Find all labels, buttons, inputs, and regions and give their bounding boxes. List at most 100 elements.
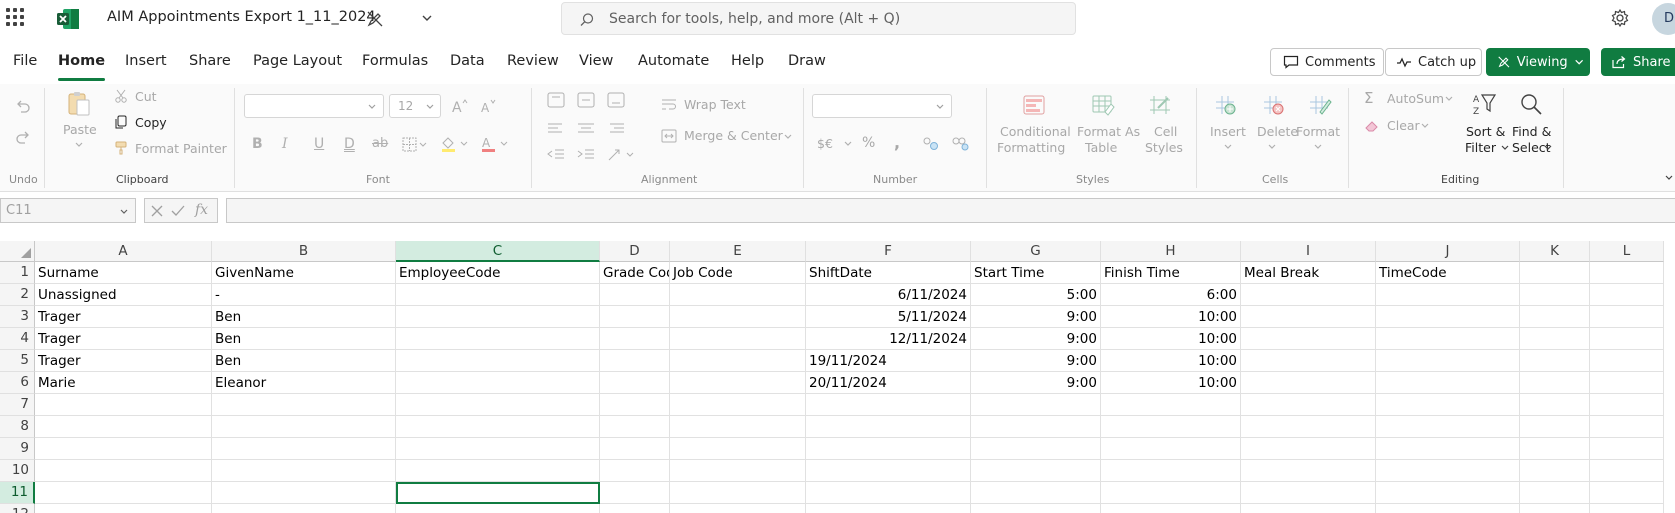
cell-d9[interactable] (600, 438, 670, 460)
document-title[interactable]: AIM Appointments Export 1_11_2024 (107, 9, 376, 25)
align-bottom-icon[interactable] (607, 92, 625, 108)
cell-l8[interactable] (1590, 416, 1664, 438)
chevron-down-icon[interactable] (1420, 122, 1430, 130)
cell-h5[interactable]: 10:00 (1101, 350, 1241, 372)
cell-i6[interactable] (1241, 372, 1376, 394)
cell-l3[interactable] (1590, 306, 1664, 328)
cell-c8[interactable] (396, 416, 600, 438)
chevron-down-icon[interactable] (843, 140, 853, 148)
cell-f4[interactable]: 12/11/2024 (806, 328, 971, 350)
column-header-j[interactable]: J (1376, 241, 1520, 262)
cell-c12[interactable] (396, 504, 600, 513)
cell-f1[interactable]: ShiftDate (806, 262, 971, 284)
cell-a6[interactable]: Marie (35, 372, 212, 394)
cell-f9[interactable] (806, 438, 971, 460)
cell-b1[interactable]: GivenName (212, 262, 396, 284)
viewing-mode-button[interactable]: Viewing (1486, 48, 1590, 76)
cell-c11[interactable] (396, 482, 600, 504)
cell-h2[interactable]: 6:00 (1101, 284, 1241, 306)
cell-h1[interactable]: Finish Time (1101, 262, 1241, 284)
cell-i12[interactable] (1241, 504, 1376, 513)
share-button[interactable]: Share (1601, 48, 1675, 76)
cell-d10[interactable] (600, 460, 670, 482)
cell-l4[interactable] (1590, 328, 1664, 350)
cell-i7[interactable] (1241, 394, 1376, 416)
column-header-d[interactable]: D (600, 241, 670, 262)
cell-i10[interactable] (1241, 460, 1376, 482)
cell-a12[interactable] (35, 504, 212, 513)
cell-k8[interactable] (1520, 416, 1590, 438)
column-header-c[interactable]: C (396, 241, 600, 262)
cell-i1[interactable]: Meal Break (1241, 262, 1376, 284)
column-header-b[interactable]: B (212, 241, 396, 262)
tab-page-layout[interactable]: Page Layout (253, 53, 342, 69)
cell-i8[interactable] (1241, 416, 1376, 438)
cell-j2[interactable] (1376, 284, 1520, 306)
underline-icon[interactable]: U (314, 136, 324, 152)
cell-l5[interactable] (1590, 350, 1664, 372)
cell-d5[interactable] (600, 350, 670, 372)
cell-j1[interactable]: TimeCode (1376, 262, 1520, 284)
cell-g5[interactable]: 9:00 (971, 350, 1101, 372)
row-header-10[interactable]: 10 (0, 460, 35, 482)
clear-button[interactable]: Clear (1387, 118, 1420, 133)
row-header-11[interactable]: 11 (0, 482, 35, 504)
cell-d3[interactable] (600, 306, 670, 328)
cell-k10[interactable] (1520, 460, 1590, 482)
cell-l11[interactable] (1590, 482, 1664, 504)
cell-i5[interactable] (1241, 350, 1376, 372)
cancel-icon[interactable] (151, 205, 163, 217)
currency-format-button[interactable]: $€ (817, 136, 833, 151)
increase-decimal-icon[interactable] (922, 135, 940, 151)
cell-l7[interactable] (1590, 394, 1664, 416)
row-header-8[interactable]: 8 (0, 416, 35, 438)
cell-h10[interactable] (1101, 460, 1241, 482)
cell-k5[interactable] (1520, 350, 1590, 372)
cell-j12[interactable] (1376, 504, 1520, 513)
cell-f8[interactable] (806, 416, 971, 438)
conditional-formatting-label-1[interactable]: Conditional (1000, 124, 1071, 139)
cell-e12[interactable] (670, 504, 806, 513)
cell-g2[interactable]: 5:00 (971, 284, 1101, 306)
format-painter-button[interactable]: Format Painter (135, 141, 227, 156)
align-top-icon[interactable] (547, 92, 565, 108)
cell-d2[interactable] (600, 284, 670, 306)
find-select-label-1[interactable]: Find & (1512, 124, 1551, 139)
cell-j7[interactable] (1376, 394, 1520, 416)
column-header-i[interactable]: I (1241, 241, 1376, 262)
cell-styles-label-1[interactable]: Cell (1154, 124, 1177, 139)
cell-b8[interactable] (212, 416, 396, 438)
cell-g9[interactable] (971, 438, 1101, 460)
cell-c2[interactable] (396, 284, 600, 306)
cell-l1[interactable] (1590, 262, 1664, 284)
copy-button[interactable]: Copy (135, 115, 167, 130)
number-format-dropdown[interactable] (812, 94, 952, 118)
cell-g8[interactable] (971, 416, 1101, 438)
cell-l9[interactable] (1590, 438, 1664, 460)
cell-g12[interactable] (971, 504, 1101, 513)
cell-b2[interactable]: - (212, 284, 396, 306)
undo-icon[interactable] (14, 98, 32, 114)
cell-d7[interactable] (600, 394, 670, 416)
cell-j6[interactable] (1376, 372, 1520, 394)
increase-indent-icon[interactable] (577, 148, 595, 162)
cell-f12[interactable] (806, 504, 971, 513)
cell-k9[interactable] (1520, 438, 1590, 460)
redo-icon[interactable] (14, 129, 32, 145)
cell-i11[interactable] (1241, 482, 1376, 504)
gear-icon[interactable] (1610, 8, 1630, 28)
cell-f2[interactable]: 6/11/2024 (806, 284, 971, 306)
cell-h4[interactable]: 10:00 (1101, 328, 1241, 350)
cell-k7[interactable] (1520, 394, 1590, 416)
tab-review[interactable]: Review (507, 53, 559, 69)
cell-j4[interactable] (1376, 328, 1520, 350)
cell-l10[interactable] (1590, 460, 1664, 482)
column-header-f[interactable]: F (806, 241, 971, 262)
cell-b4[interactable]: Ben (212, 328, 396, 350)
formula-input[interactable] (226, 198, 1675, 223)
merge-center-button[interactable]: Merge & Center (684, 128, 783, 143)
cell-f7[interactable] (806, 394, 971, 416)
chevron-down-icon[interactable] (783, 133, 793, 141)
cell-b9[interactable] (212, 438, 396, 460)
sort-filter-label-1[interactable]: Sort & (1466, 124, 1505, 139)
